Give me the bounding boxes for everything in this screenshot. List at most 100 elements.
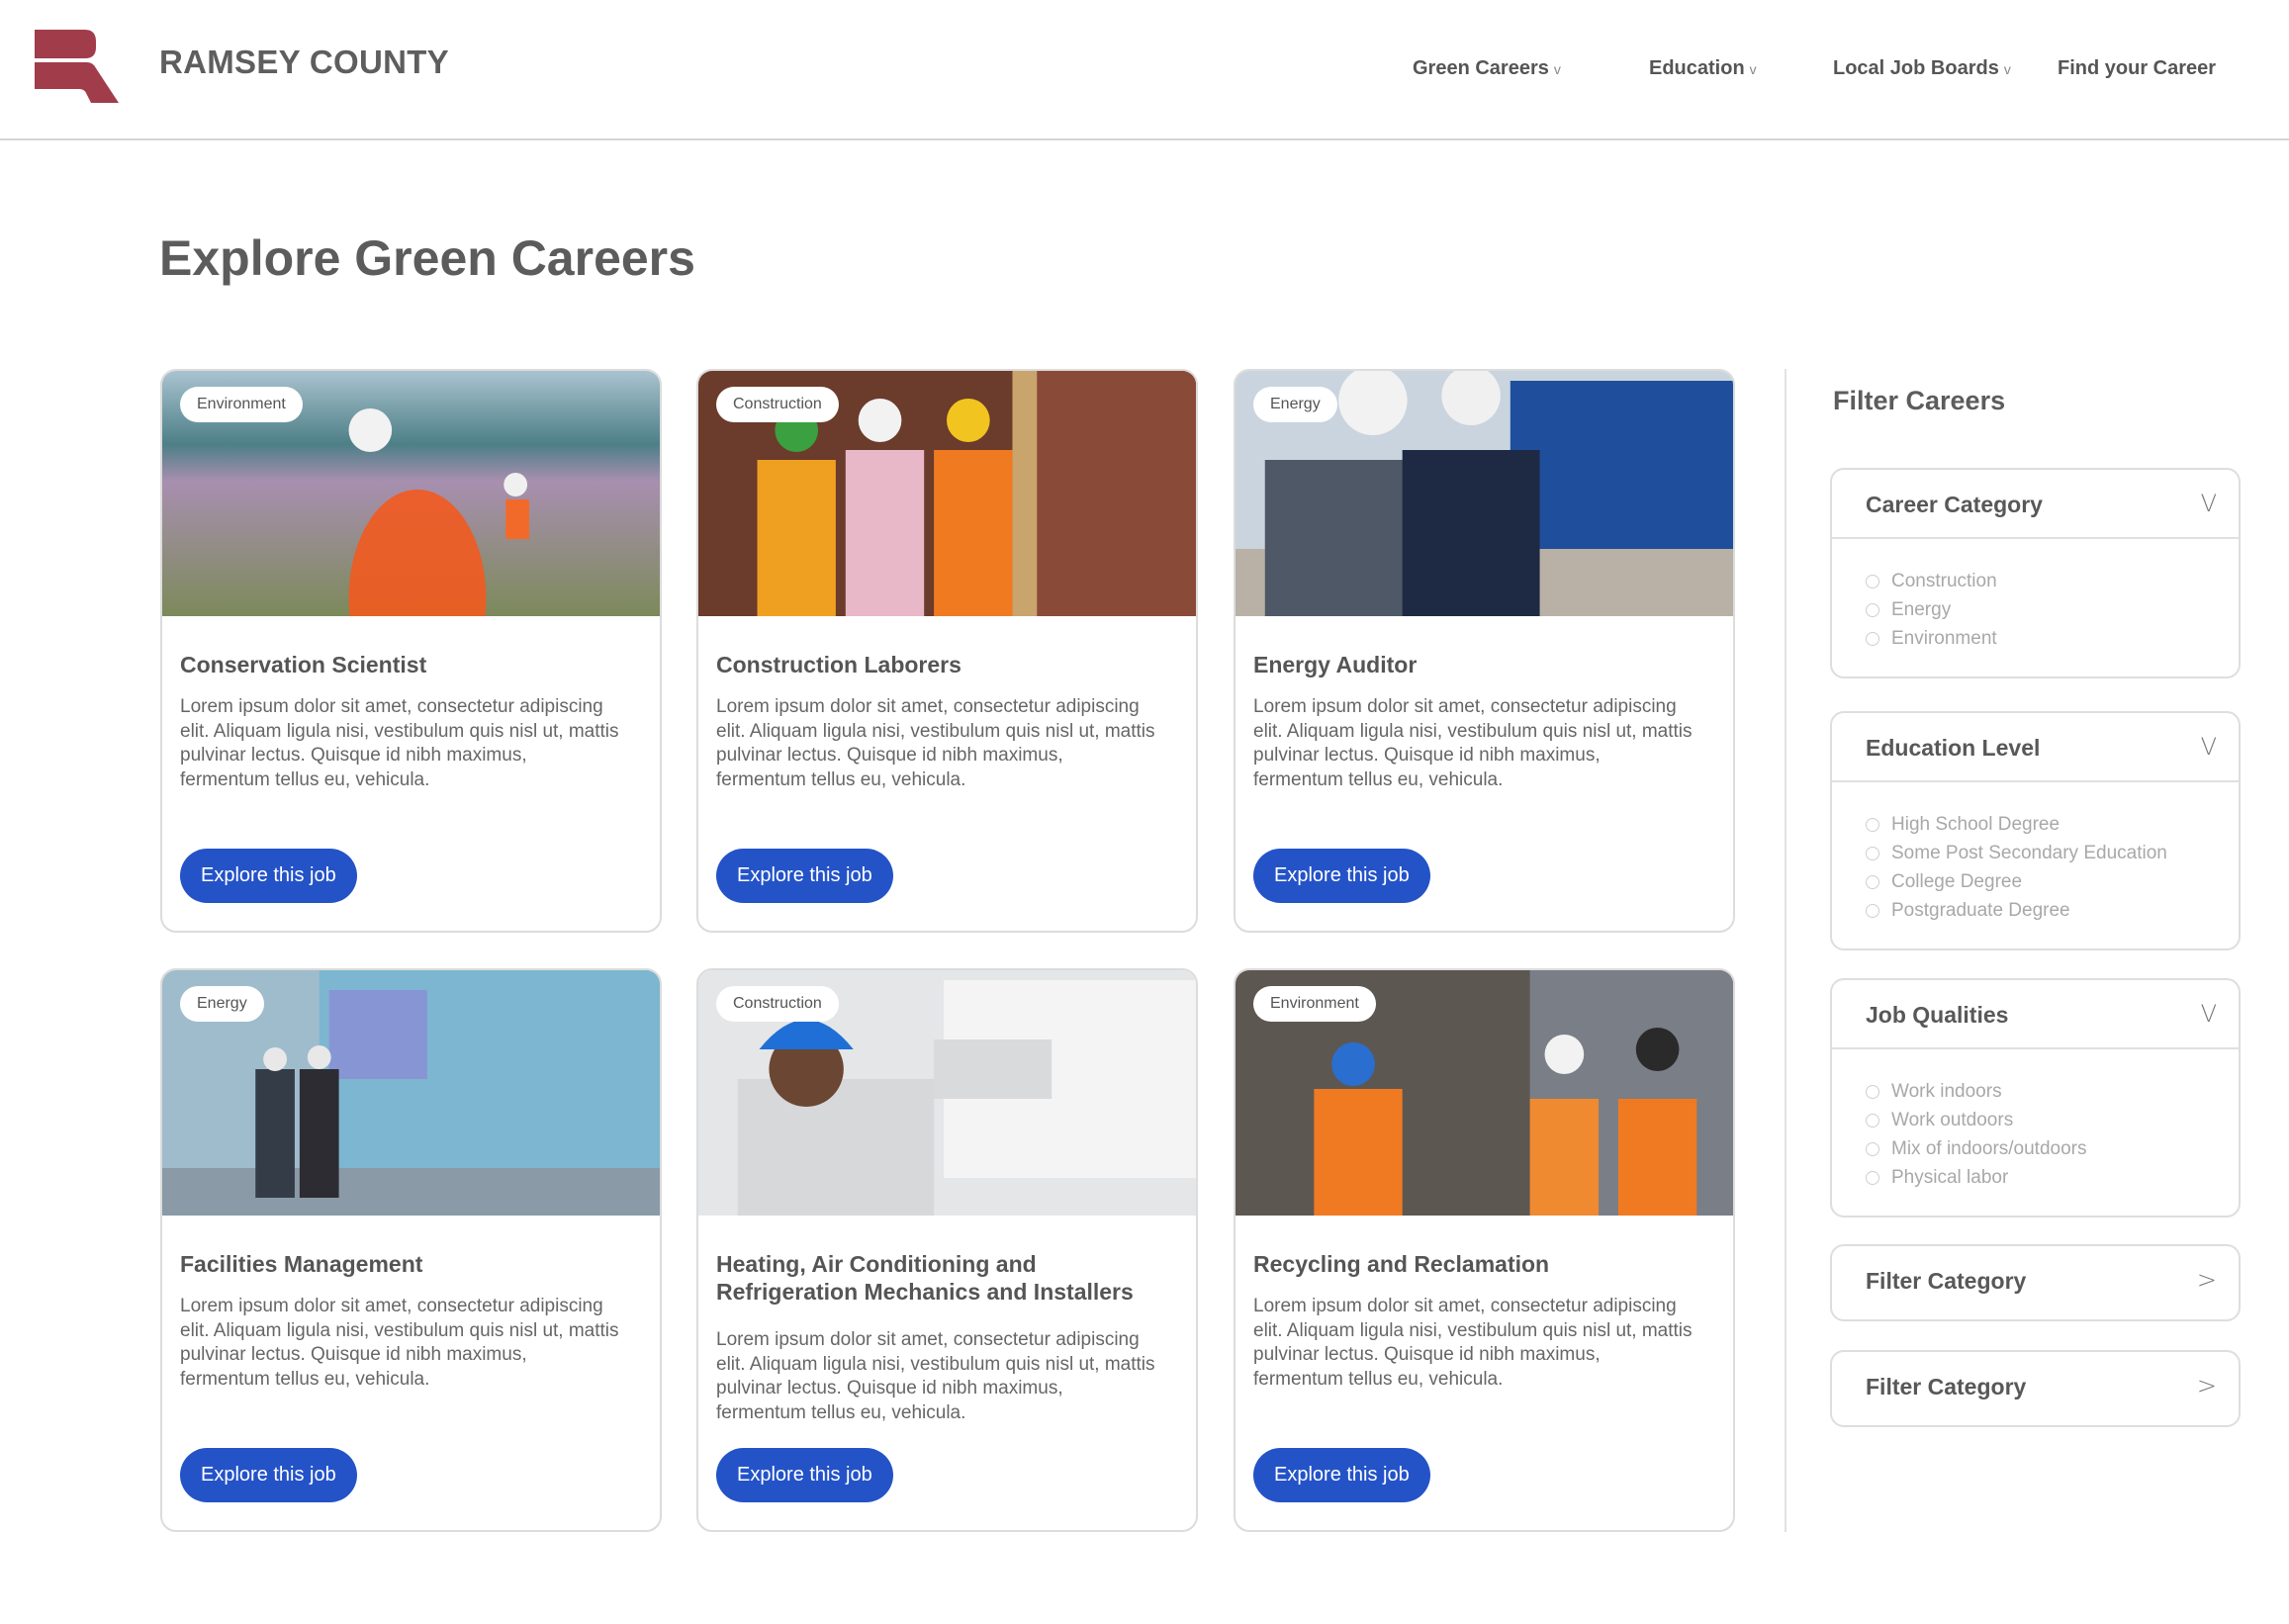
career-card: Environment Conservation Scientist Lorem…: [160, 369, 662, 933]
explore-job-button[interactable]: Explore this job: [1253, 849, 1430, 903]
filter-group-education-level: Education Level V High School Degree Som…: [1830, 711, 2241, 950]
filter-group-collapsed[interactable]: Filter Category >: [1830, 1244, 2241, 1321]
nav-label: Find your Career: [2058, 57, 2217, 79]
career-description: Lorem ipsum dolor sit amet, consectetur …: [180, 696, 619, 790]
nav-find-your-career[interactable]: Find your Career: [2058, 57, 2216, 80]
career-description: Lorem ipsum dolor sit amet, consectetur …: [716, 1329, 1155, 1423]
explore-job-button[interactable]: Explore this job: [716, 849, 893, 903]
nav-label: Education: [1649, 57, 1745, 79]
radio-icon[interactable]: [1866, 1084, 1879, 1099]
filter-group-collapsed[interactable]: Filter Category >: [1830, 1350, 2241, 1427]
filter-group-label: Education Level: [1866, 735, 2041, 761]
career-title: Heating, Air Conditioning and Refrigerat…: [716, 1251, 1134, 1305]
career-description: Lorem ipsum dolor sit amet, consectetur …: [716, 696, 1155, 790]
filter-option-label: Work outdoors: [1891, 1109, 2014, 1130]
nav-label: Green Careers: [1413, 57, 1549, 79]
radio-icon[interactable]: [1866, 903, 1879, 918]
filter-option-construction[interactable]: Construction: [1866, 567, 2239, 595]
filter-option-label: Environment: [1891, 627, 1997, 649]
filter-option-postgraduate[interactable]: Postgraduate Degree: [1866, 896, 2239, 925]
nav-label: Local Job Boards: [1833, 57, 1999, 79]
chevron-down-icon: v: [1749, 61, 1757, 77]
filter-option-label: Some Post Secondary Education: [1891, 842, 2167, 863]
filter-group-header[interactable]: Job Qualities V: [1832, 980, 2239, 1049]
filter-option-work-indoors[interactable]: Work indoors: [1866, 1077, 2239, 1106]
filter-group-label: Job Qualities: [1866, 1002, 2009, 1028]
career-card: Environment Recycling and Reclamation Lo…: [1234, 968, 1735, 1532]
chevron-down-icon: V: [2200, 733, 2217, 761]
career-title: Energy Auditor: [1253, 652, 1418, 677]
filter-group-job-qualities: Job Qualities V Work indoors Work outdoo…: [1830, 978, 2241, 1218]
explore-job-button[interactable]: Explore this job: [1253, 1448, 1430, 1502]
filter-group-header[interactable]: Career Category V: [1832, 470, 2239, 539]
career-card: Construction Heating, Air Conditioning a…: [696, 968, 1198, 1532]
nav-green-careers[interactable]: Green Careers v: [1413, 57, 1561, 80]
site-header: RAMSEY COUNTY Green Careers v Education v …: [0, 0, 2289, 140]
filter-option-label: Work indoors: [1891, 1080, 2002, 1102]
chevron-down-icon: V: [2200, 1000, 2217, 1028]
filter-option-label: High School Degree: [1891, 813, 2060, 835]
category-tag: Construction: [716, 986, 839, 1022]
radio-icon[interactable]: [1866, 1170, 1879, 1185]
filter-option-label: Physical labor: [1891, 1166, 2009, 1188]
explore-job-button[interactable]: Explore this job: [716, 1448, 893, 1502]
radio-icon[interactable]: [1866, 1141, 1879, 1156]
filter-group-header[interactable]: Filter Category >: [1832, 1246, 2239, 1319]
filter-group-label: Career Category: [1866, 492, 2043, 517]
career-description: Lorem ipsum dolor sit amet, consectetur …: [180, 1296, 619, 1390]
explore-job-button[interactable]: Explore this job: [180, 849, 357, 903]
nav-local-job-boards[interactable]: Local Job Boards v: [1833, 57, 2011, 80]
radio-icon[interactable]: [1866, 631, 1879, 646]
chevron-down-icon: v: [2003, 61, 2011, 77]
filter-option-label: Postgraduate Degree: [1891, 899, 2070, 921]
radio-icon[interactable]: [1866, 574, 1879, 588]
career-title: Facilities Management: [180, 1251, 423, 1277]
brand-name[interactable]: RAMSEY COUNTY: [159, 44, 449, 81]
chevron-down-icon: V: [2200, 490, 2217, 517]
filter-option-label: Construction: [1891, 570, 1997, 591]
career-title: Recycling and Reclamation: [1253, 1251, 1550, 1277]
career-description: Lorem ipsum dolor sit amet, consectetur …: [1253, 1296, 1693, 1390]
radio-icon[interactable]: [1866, 1113, 1879, 1128]
filter-option-label: Mix of indoors/outdoors: [1891, 1137, 2087, 1159]
career-card: Construction Construction Laborers Lorem…: [696, 369, 1198, 933]
category-tag: Environment: [1253, 986, 1376, 1022]
filter-option-label: College Degree: [1891, 870, 2023, 892]
filter-group-label: Filter Category: [1866, 1374, 2027, 1399]
explore-job-button[interactable]: Explore this job: [180, 1448, 357, 1502]
category-tag: Construction: [716, 387, 839, 422]
chevron-down-icon: v: [1553, 61, 1561, 77]
ramsey-county-logo[interactable]: [30, 26, 125, 107]
filter-option-physical-labor[interactable]: Physical labor: [1866, 1163, 2239, 1192]
category-tag: Environment: [180, 387, 303, 422]
filter-option-label: Energy: [1891, 598, 1952, 620]
radio-icon[interactable]: [1866, 846, 1879, 860]
chevron-right-icon: >: [2196, 1266, 2217, 1294]
filter-option-college[interactable]: College Degree: [1866, 867, 2239, 896]
radio-icon[interactable]: [1866, 874, 1879, 889]
radio-icon[interactable]: [1866, 817, 1879, 832]
filter-group-header[interactable]: Education Level V: [1832, 713, 2239, 782]
filter-option-post-secondary[interactable]: Some Post Secondary Education: [1866, 839, 2239, 867]
filter-group-label: Filter Category: [1866, 1268, 2027, 1294]
page-title: Explore Green Careers: [159, 230, 695, 286]
chevron-right-icon: >: [2196, 1372, 2217, 1399]
filter-group-career-category: Career Category V Construction Energy En…: [1830, 468, 2241, 678]
category-tag: Energy: [1253, 387, 1337, 422]
career-card: Energy Energy Auditor Lorem ipsum dolor …: [1234, 369, 1735, 933]
radio-icon[interactable]: [1866, 602, 1879, 617]
career-title: Construction Laborers: [716, 652, 961, 677]
career-title: Conservation Scientist: [180, 652, 427, 677]
filter-title: Filter Careers: [1833, 386, 2006, 415]
filter-group-header[interactable]: Filter Category >: [1832, 1352, 2239, 1425]
filter-option-mixed[interactable]: Mix of indoors/outdoors: [1866, 1134, 2239, 1163]
career-description: Lorem ipsum dolor sit amet, consectetur …: [1253, 696, 1693, 790]
nav-education[interactable]: Education v: [1649, 57, 1757, 80]
filter-option-environment[interactable]: Environment: [1866, 624, 2239, 653]
sidebar-divider: [1785, 369, 1786, 1532]
filter-option-high-school[interactable]: High School Degree: [1866, 810, 2239, 839]
filter-option-work-outdoors[interactable]: Work outdoors: [1866, 1106, 2239, 1134]
filter-option-energy[interactable]: Energy: [1866, 595, 2239, 624]
category-tag: Energy: [180, 986, 264, 1022]
career-card: Energy Facilities Management Lorem ipsum…: [160, 968, 662, 1532]
